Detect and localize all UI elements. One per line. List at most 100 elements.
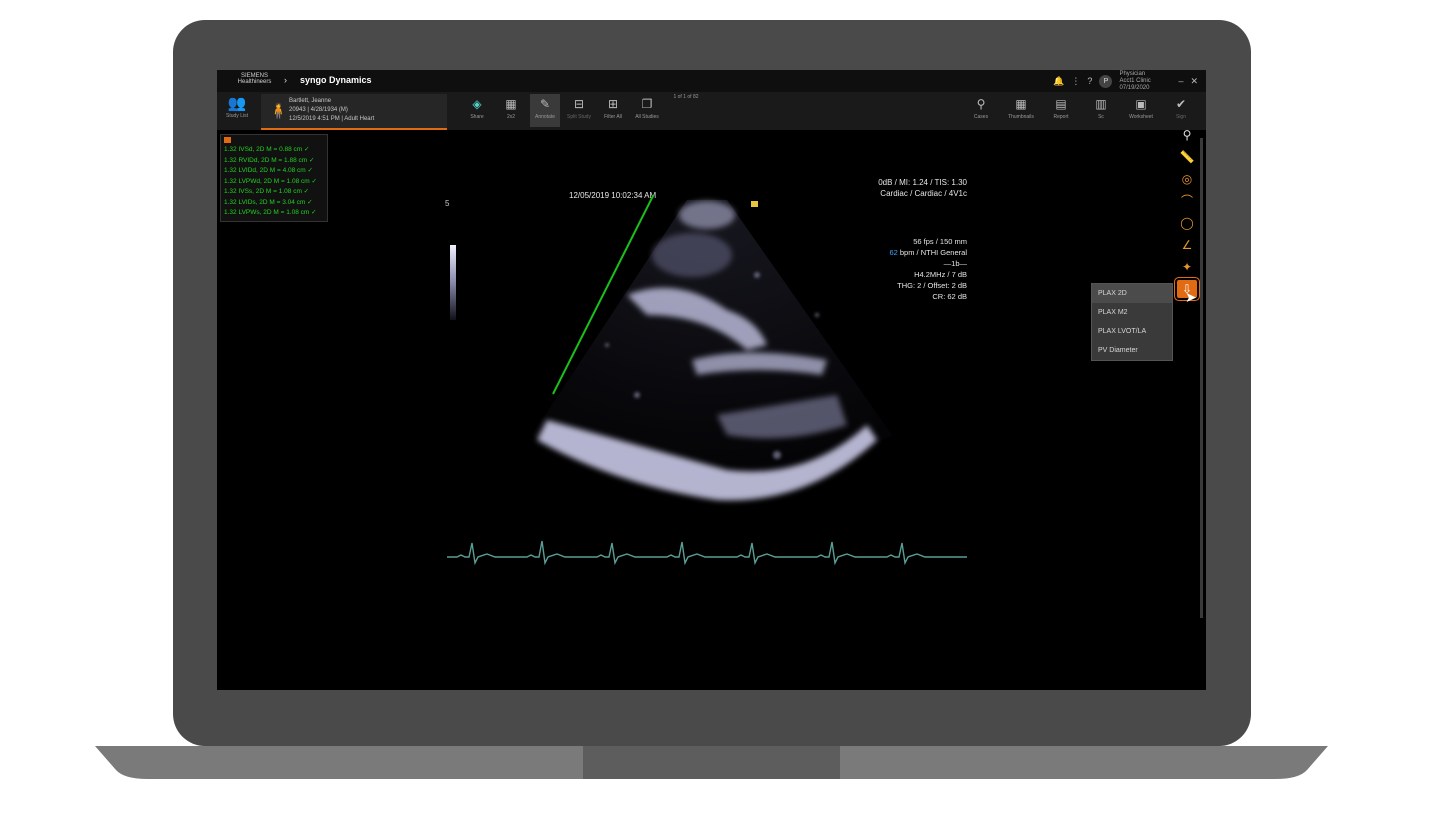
- filter-all-button[interactable]: ⊞ Filter All: [598, 94, 628, 127]
- probe-icon: ⚲: [976, 97, 986, 111]
- image-counter: 1 of 1 of 82: [666, 94, 706, 127]
- ecg-trace: [447, 540, 967, 566]
- thumbnails-icon: ▦: [1015, 97, 1027, 111]
- app-screen: SIEMENS Healthineers › syngo Dynamics 🔔 …: [217, 70, 1206, 690]
- patient-tab[interactable]: 🧍 Bartlett, Jeanne 20943 | 4/28/1934 (M)…: [261, 94, 447, 130]
- area-trace-icon[interactable]: ◎: [1177, 170, 1197, 188]
- all-studies-button[interactable]: ❐ All Studies: [632, 94, 662, 127]
- worksheet-button[interactable]: ▣ Worksheet: [1126, 94, 1156, 127]
- measurement-row[interactable]: 1.32 RVIDd, 2D M = 1.88 cm ✓: [224, 156, 324, 167]
- right-toolbar: ⚲ Cases ▦ Thumbnails ▤ Report ▥ Sc ▣ Wor…: [966, 94, 1196, 127]
- mouse-cursor-icon: ➤: [1185, 289, 1197, 305]
- thumbnails-button[interactable]: ▦ Thumbnails: [1006, 94, 1036, 127]
- report-button[interactable]: ▤ Report: [1046, 94, 1076, 127]
- filter-icon: ⊞: [607, 97, 619, 111]
- measurement-list-marker: [224, 137, 231, 143]
- protocol-menu-item[interactable]: PLAX 2D: [1092, 284, 1172, 303]
- protocol-menu-item[interactable]: PLAX LVOT/LA: [1092, 322, 1172, 341]
- thumbnails-label: Thumbnails: [1008, 114, 1034, 120]
- help-icon[interactable]: ?: [1087, 76, 1092, 86]
- study-list-button[interactable]: 👥 Study List: [221, 95, 253, 127]
- cr-line: CR: 62 dB: [932, 292, 967, 301]
- app-title: syngo Dynamics: [300, 75, 372, 85]
- sign-button[interactable]: ✔ Sign: [1166, 94, 1196, 127]
- viewer-tools: ◈ Share ▦ 2x2 ✎ Annotate ⊟ Split Study ⊞…: [462, 94, 706, 127]
- measurement-row[interactable]: 1.32 LVPWd, 2D M = 1.08 cm ✓: [224, 177, 324, 188]
- share-button[interactable]: ◈ Share: [462, 94, 492, 127]
- annotate-button[interactable]: ✎ Annotate: [530, 94, 560, 127]
- titlebar-controls: 🔔 ⋮ ? P Physician Acct1 Clinic 07/19/202…: [1053, 71, 1198, 92]
- depth-scale-label: 5: [445, 199, 450, 208]
- measurement-list: 1.32 IVSd, 2D M = 0.88 cm ✓ 1.32 RVIDd, …: [220, 134, 328, 222]
- fps-line: 56 fps / 150 mm: [913, 237, 967, 246]
- avatar[interactable]: P: [1099, 74, 1113, 88]
- ruler-icon[interactable]: 📏: [1177, 148, 1197, 166]
- user-sub: Acct1 Clinic 07/19/2020: [1119, 77, 1151, 91]
- acquisition-line: 0dB / MI: 1.24 / TIS: 1.30: [878, 178, 967, 187]
- sc-button[interactable]: ▥ Sc: [1086, 94, 1116, 127]
- bpm-line: 62 bpm / NTHI General: [889, 247, 967, 258]
- chevron-right-icon: ›: [284, 75, 287, 85]
- volume-icon[interactable]: ✦: [1177, 258, 1197, 276]
- all-studies-label: All Studies: [635, 114, 659, 120]
- measurement-row[interactable]: 1.32 LVIDs, 2D M = 3.04 cm ✓: [224, 198, 324, 209]
- stack-icon: ❐: [641, 97, 653, 111]
- patient-id: 20943 | 4/28/1934 (M): [289, 107, 348, 113]
- patient-name: Bartlett, Jeanne: [289, 98, 332, 104]
- measurement-tools: ⚲ 📏 ◎ ⌒ ◯ ∠ ✦ ⇩: [1175, 126, 1199, 298]
- measurement-row[interactable]: 1.32 IVSs, 2D M = 1.08 cm ✓: [224, 187, 324, 198]
- sign-label: Sign: [1175, 114, 1186, 120]
- bpm-text: bpm / NTHI General: [897, 248, 967, 257]
- doppler-trace-icon[interactable]: ⌒: [1177, 192, 1197, 210]
- split-label: Split Study: [567, 114, 591, 120]
- split-study-button[interactable]: ⊟ Split Study: [564, 94, 594, 127]
- angle-icon[interactable]: ∠: [1177, 236, 1197, 254]
- protocol-menu-item[interactable]: PV Diameter: [1092, 341, 1172, 360]
- users-icon: 👥: [227, 95, 247, 112]
- cases-label: Cases: [973, 114, 989, 120]
- cases-button[interactable]: ⚲ Cases: [966, 94, 996, 127]
- image-counter-label: 1 of 1 of 82: [673, 94, 699, 100]
- user-name: Physician: [1119, 70, 1146, 77]
- layout-label: 2x2: [506, 114, 516, 120]
- grayscale-bar: [450, 245, 456, 320]
- measurement-row[interactable]: 1.32 LVPWs, 2D M = 1.08 cm ✓: [224, 208, 324, 219]
- tool-scrollbar[interactable]: [1200, 138, 1203, 618]
- main-toolbar: 👥 Study List 🧍 Bartlett, Jeanne 20943 | …: [217, 92, 1206, 130]
- sc-icon: ▥: [1095, 97, 1107, 111]
- share-label: Share: [470, 114, 484, 120]
- thg-line: THG: 2 / Offset: 2 dB: [897, 281, 967, 290]
- ellipse-icon[interactable]: ◯: [1177, 214, 1197, 232]
- minimize-icon[interactable]: –: [1178, 76, 1183, 86]
- brand-logo: SIEMENS Healthineers: [237, 73, 272, 85]
- split-icon: ⊟: [573, 97, 585, 111]
- patient-info: Bartlett, Jeanne 20943 | 4/28/1934 (M) 1…: [289, 97, 374, 124]
- annotate-label: Annotate: [534, 114, 556, 120]
- protocol-menu: PLAX 2D PLAX M2 PLAX LVOT/LA PV Diameter: [1091, 283, 1173, 361]
- measurement-row[interactable]: 1.32 IVSd, 2D M = 0.88 cm ✓: [224, 145, 324, 156]
- person-icon: 🧍: [269, 103, 288, 120]
- close-icon[interactable]: ✕: [1190, 76, 1198, 87]
- laptop-base: [95, 746, 1328, 779]
- grid-icon: ▦: [505, 97, 517, 111]
- measurement-row[interactable]: 1.32 LVIDd, 2D M = 4.08 cm ✓: [224, 166, 324, 177]
- probe-tool-icon[interactable]: ⚲: [1177, 126, 1197, 144]
- more-icon[interactable]: ⋮: [1071, 76, 1080, 87]
- pencil-icon: ✎: [539, 97, 551, 111]
- ultrasound-image[interactable]: [517, 195, 897, 515]
- worksheet-icon: ▣: [1135, 97, 1147, 111]
- sign-icon: ✔: [1175, 97, 1187, 111]
- frequency-line: H4.2MHz / 7 dB: [914, 270, 967, 279]
- share-icon: ◈: [472, 97, 482, 111]
- protocol-menu-item[interactable]: PLAX M2: [1092, 303, 1172, 322]
- report-icon: ▤: [1055, 97, 1067, 111]
- user-info: Physician Acct1 Clinic 07/19/2020: [1119, 71, 1171, 92]
- bell-icon[interactable]: 🔔: [1053, 76, 1064, 87]
- study-list-label: Study List: [226, 113, 248, 119]
- separator-line: —1b—: [943, 259, 967, 268]
- study-info: 12/5/2019 4:51 PM | Adult Heart: [289, 116, 375, 122]
- worksheet-label: Worksheet: [1129, 114, 1153, 120]
- report-label: Report: [1053, 114, 1069, 120]
- layout-2x2-button[interactable]: ▦ 2x2: [496, 94, 526, 127]
- scan-parameters: 56 fps / 150 mm 62 bpm / NTHI General —1…: [889, 236, 967, 302]
